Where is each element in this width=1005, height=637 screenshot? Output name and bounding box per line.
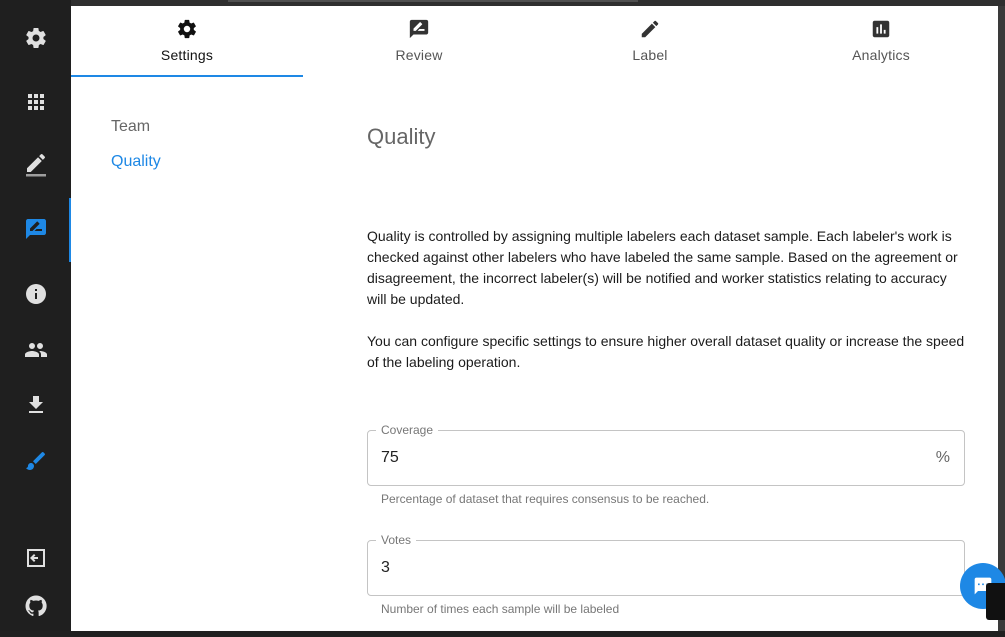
votes-input-value[interactable]: 3 bbox=[381, 559, 390, 577]
window-right-edge bbox=[998, 6, 1005, 631]
gear-icon bbox=[25, 28, 46, 49]
quality-description: Quality is controlled by assigning multi… bbox=[367, 228, 958, 307]
coverage-field-label: Coverage bbox=[376, 423, 439, 437]
edit-icon bbox=[25, 153, 46, 177]
bar-chart-icon bbox=[872, 20, 890, 38]
main-panel: Settings Review Label Analytics Team Qua… bbox=[71, 6, 998, 631]
subnav-item-quality[interactable]: Quality bbox=[111, 153, 161, 171]
subnav-item-team[interactable]: Team bbox=[111, 118, 161, 136]
page-title: Quality bbox=[367, 124, 436, 149]
coverage-helper-text: Percentage of dataset that requires cons… bbox=[381, 492, 710, 506]
brush-icon bbox=[25, 451, 45, 470]
sidebar-brush-button[interactable] bbox=[0, 434, 71, 488]
tab-settings-label: Settings bbox=[160, 47, 214, 63]
download-icon bbox=[28, 396, 43, 413]
tab-label[interactable]: Label bbox=[534, 6, 766, 78]
sidebar-settings-button[interactable] bbox=[0, 11, 71, 65]
sidebar-review-button[interactable] bbox=[0, 198, 71, 262]
info-icon bbox=[25, 284, 46, 304]
coverage-input-value[interactable]: 75 bbox=[381, 449, 399, 467]
votes-helper-text: Number of times each sample will be labe… bbox=[381, 602, 620, 616]
apps-grid-icon bbox=[27, 94, 44, 110]
sidebar-edit-button[interactable] bbox=[0, 138, 71, 192]
github-icon bbox=[25, 595, 47, 617]
sidebar-exit-button[interactable] bbox=[0, 531, 71, 585]
sidebar-download-button[interactable] bbox=[0, 378, 71, 432]
tab-analytics-label: Analytics bbox=[852, 47, 910, 63]
app-sidebar bbox=[0, 0, 71, 631]
gear-icon bbox=[178, 19, 196, 39]
chat-launcher-tab[interactable] bbox=[986, 583, 1005, 620]
quality-configure-note: You can configure specific settings to e… bbox=[367, 333, 965, 370]
sidebar-github-button[interactable] bbox=[0, 579, 71, 633]
tab-settings[interactable]: Settings bbox=[71, 6, 303, 78]
tab-label-label: Label bbox=[632, 47, 668, 63]
coverage-field[interactable]: Coverage 75 % bbox=[367, 423, 965, 486]
quality-content: Quality Quality is controlled by assigni… bbox=[367, 124, 967, 373]
top-tabs: Settings Review Label Analytics bbox=[71, 6, 998, 78]
browser-tab-strip bbox=[228, 0, 638, 2]
sidebar-apps-button[interactable] bbox=[0, 75, 71, 129]
tab-analytics[interactable]: Analytics bbox=[765, 6, 997, 78]
window-bottom-edge bbox=[0, 631, 1005, 637]
tab-review[interactable]: Review bbox=[303, 6, 535, 78]
tab-active-indicator bbox=[71, 75, 303, 77]
settings-subnav: Team Quality bbox=[111, 118, 161, 188]
votes-field-label: Votes bbox=[376, 533, 417, 547]
rate-review-icon bbox=[25, 219, 46, 239]
pencil-icon bbox=[641, 20, 659, 38]
people-icon bbox=[24, 343, 47, 357]
coverage-percent-suffix: % bbox=[935, 449, 950, 466]
votes-field[interactable]: Votes 3 bbox=[367, 533, 965, 596]
exit-icon bbox=[26, 549, 45, 567]
rate-review-icon bbox=[409, 19, 429, 39]
sidebar-info-button[interactable] bbox=[0, 267, 71, 321]
sidebar-team-button[interactable] bbox=[0, 323, 71, 377]
tab-review-label: Review bbox=[395, 47, 443, 63]
